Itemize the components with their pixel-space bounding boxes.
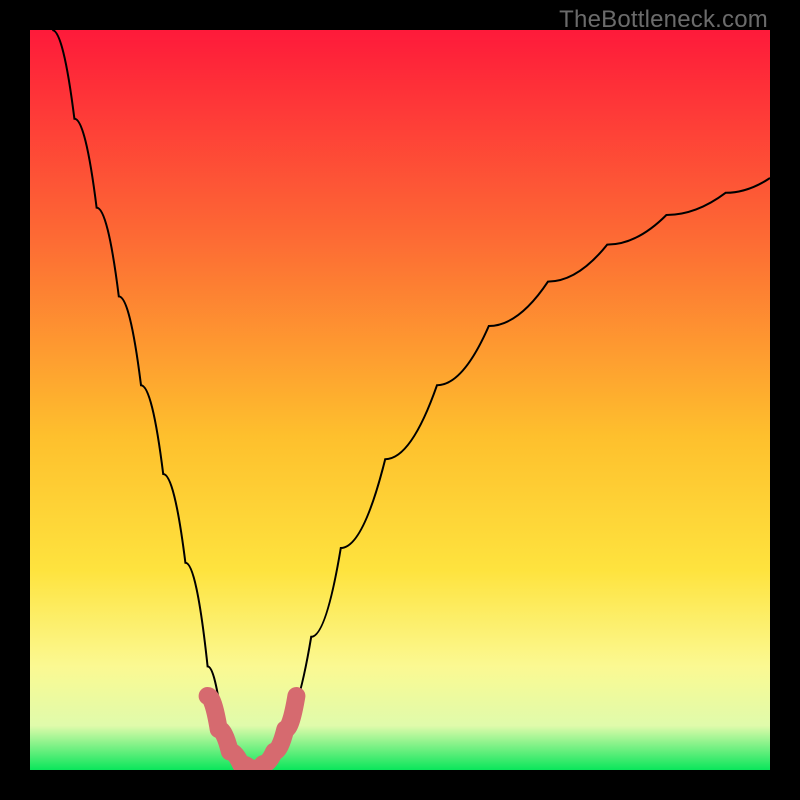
watermark-text: TheBottleneck.com xyxy=(559,6,768,34)
outer-frame: TheBottleneck.com xyxy=(0,0,800,800)
curve-layer xyxy=(30,30,770,770)
bottleneck-highlight xyxy=(208,696,297,770)
plot-area xyxy=(30,30,770,770)
bottleneck-curve xyxy=(52,30,770,770)
